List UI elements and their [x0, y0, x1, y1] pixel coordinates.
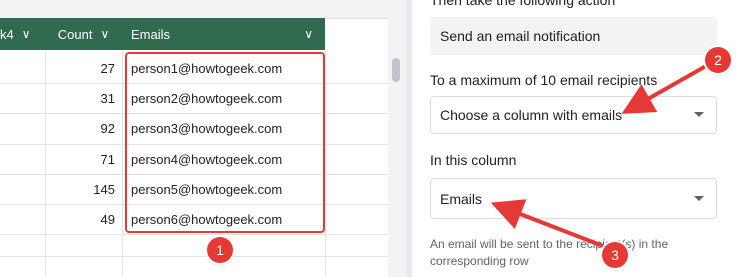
caret-down-icon[interactable] [694, 112, 704, 117]
caret-down-icon[interactable] [694, 196, 704, 201]
chevron-down-icon[interactable]: ∨ [22, 27, 31, 41]
recipients-select-value: Choose a column with emails [440, 107, 623, 123]
emails-highlight-box [125, 52, 325, 233]
scrollbar-thumb[interactable] [392, 58, 400, 82]
recipients-label: To a maximum of 10 email recipients [430, 72, 658, 88]
header-emails-column[interactable]: Emails ∨ [122, 18, 325, 50]
count-cell[interactable]: 31 [45, 84, 115, 114]
column-select-value: Emails [440, 190, 483, 207]
count-cell[interactable]: 145 [45, 175, 115, 205]
header-count-label: Count [57, 26, 93, 42]
header-partial-label: k4 [0, 26, 14, 42]
chevron-down-icon[interactable]: ∨ [304, 27, 313, 41]
action-label: Then take the following action [430, 0, 616, 8]
recipients-column-select[interactable]: Choose a column with emails [430, 96, 717, 134]
count-cell[interactable]: 49 [45, 205, 115, 235]
count-cell[interactable]: 27 [45, 54, 115, 84]
annotation-badge-1: 1 [207, 237, 233, 263]
header-count-column[interactable]: Count ∨ [45, 18, 122, 50]
count-cell[interactable]: 92 [45, 114, 115, 144]
table-header: k4 ∨ Count ∨ Emails ∨ [0, 18, 325, 50]
column-select[interactable]: Emails [430, 178, 717, 219]
notification-note: An email will be sent to the recipient(s… [430, 237, 669, 268]
spreadsheet: k4 ∨ Count ∨ Emails ∨ 27 person1@howtoge… [0, 0, 388, 277]
header-emails-label: Emails [131, 26, 171, 42]
annotation-badge-3: 3 [602, 242, 628, 268]
grid-line [0, 256, 388, 257]
action-value: Send an email notification [440, 28, 601, 44]
column-letters-bar [0, 0, 388, 19]
annotation-badge-2: 2 [705, 47, 731, 73]
chevron-down-icon[interactable]: ∨ [100, 27, 109, 41]
action-field[interactable]: Send an email notification [430, 17, 717, 55]
column-label: In this column [430, 152, 517, 168]
header-partial-column[interactable]: k4 ∨ [0, 18, 45, 50]
automation-panel: Then take the following action Send an e… [412, 0, 750, 277]
count-cell[interactable]: 71 [45, 145, 115, 175]
